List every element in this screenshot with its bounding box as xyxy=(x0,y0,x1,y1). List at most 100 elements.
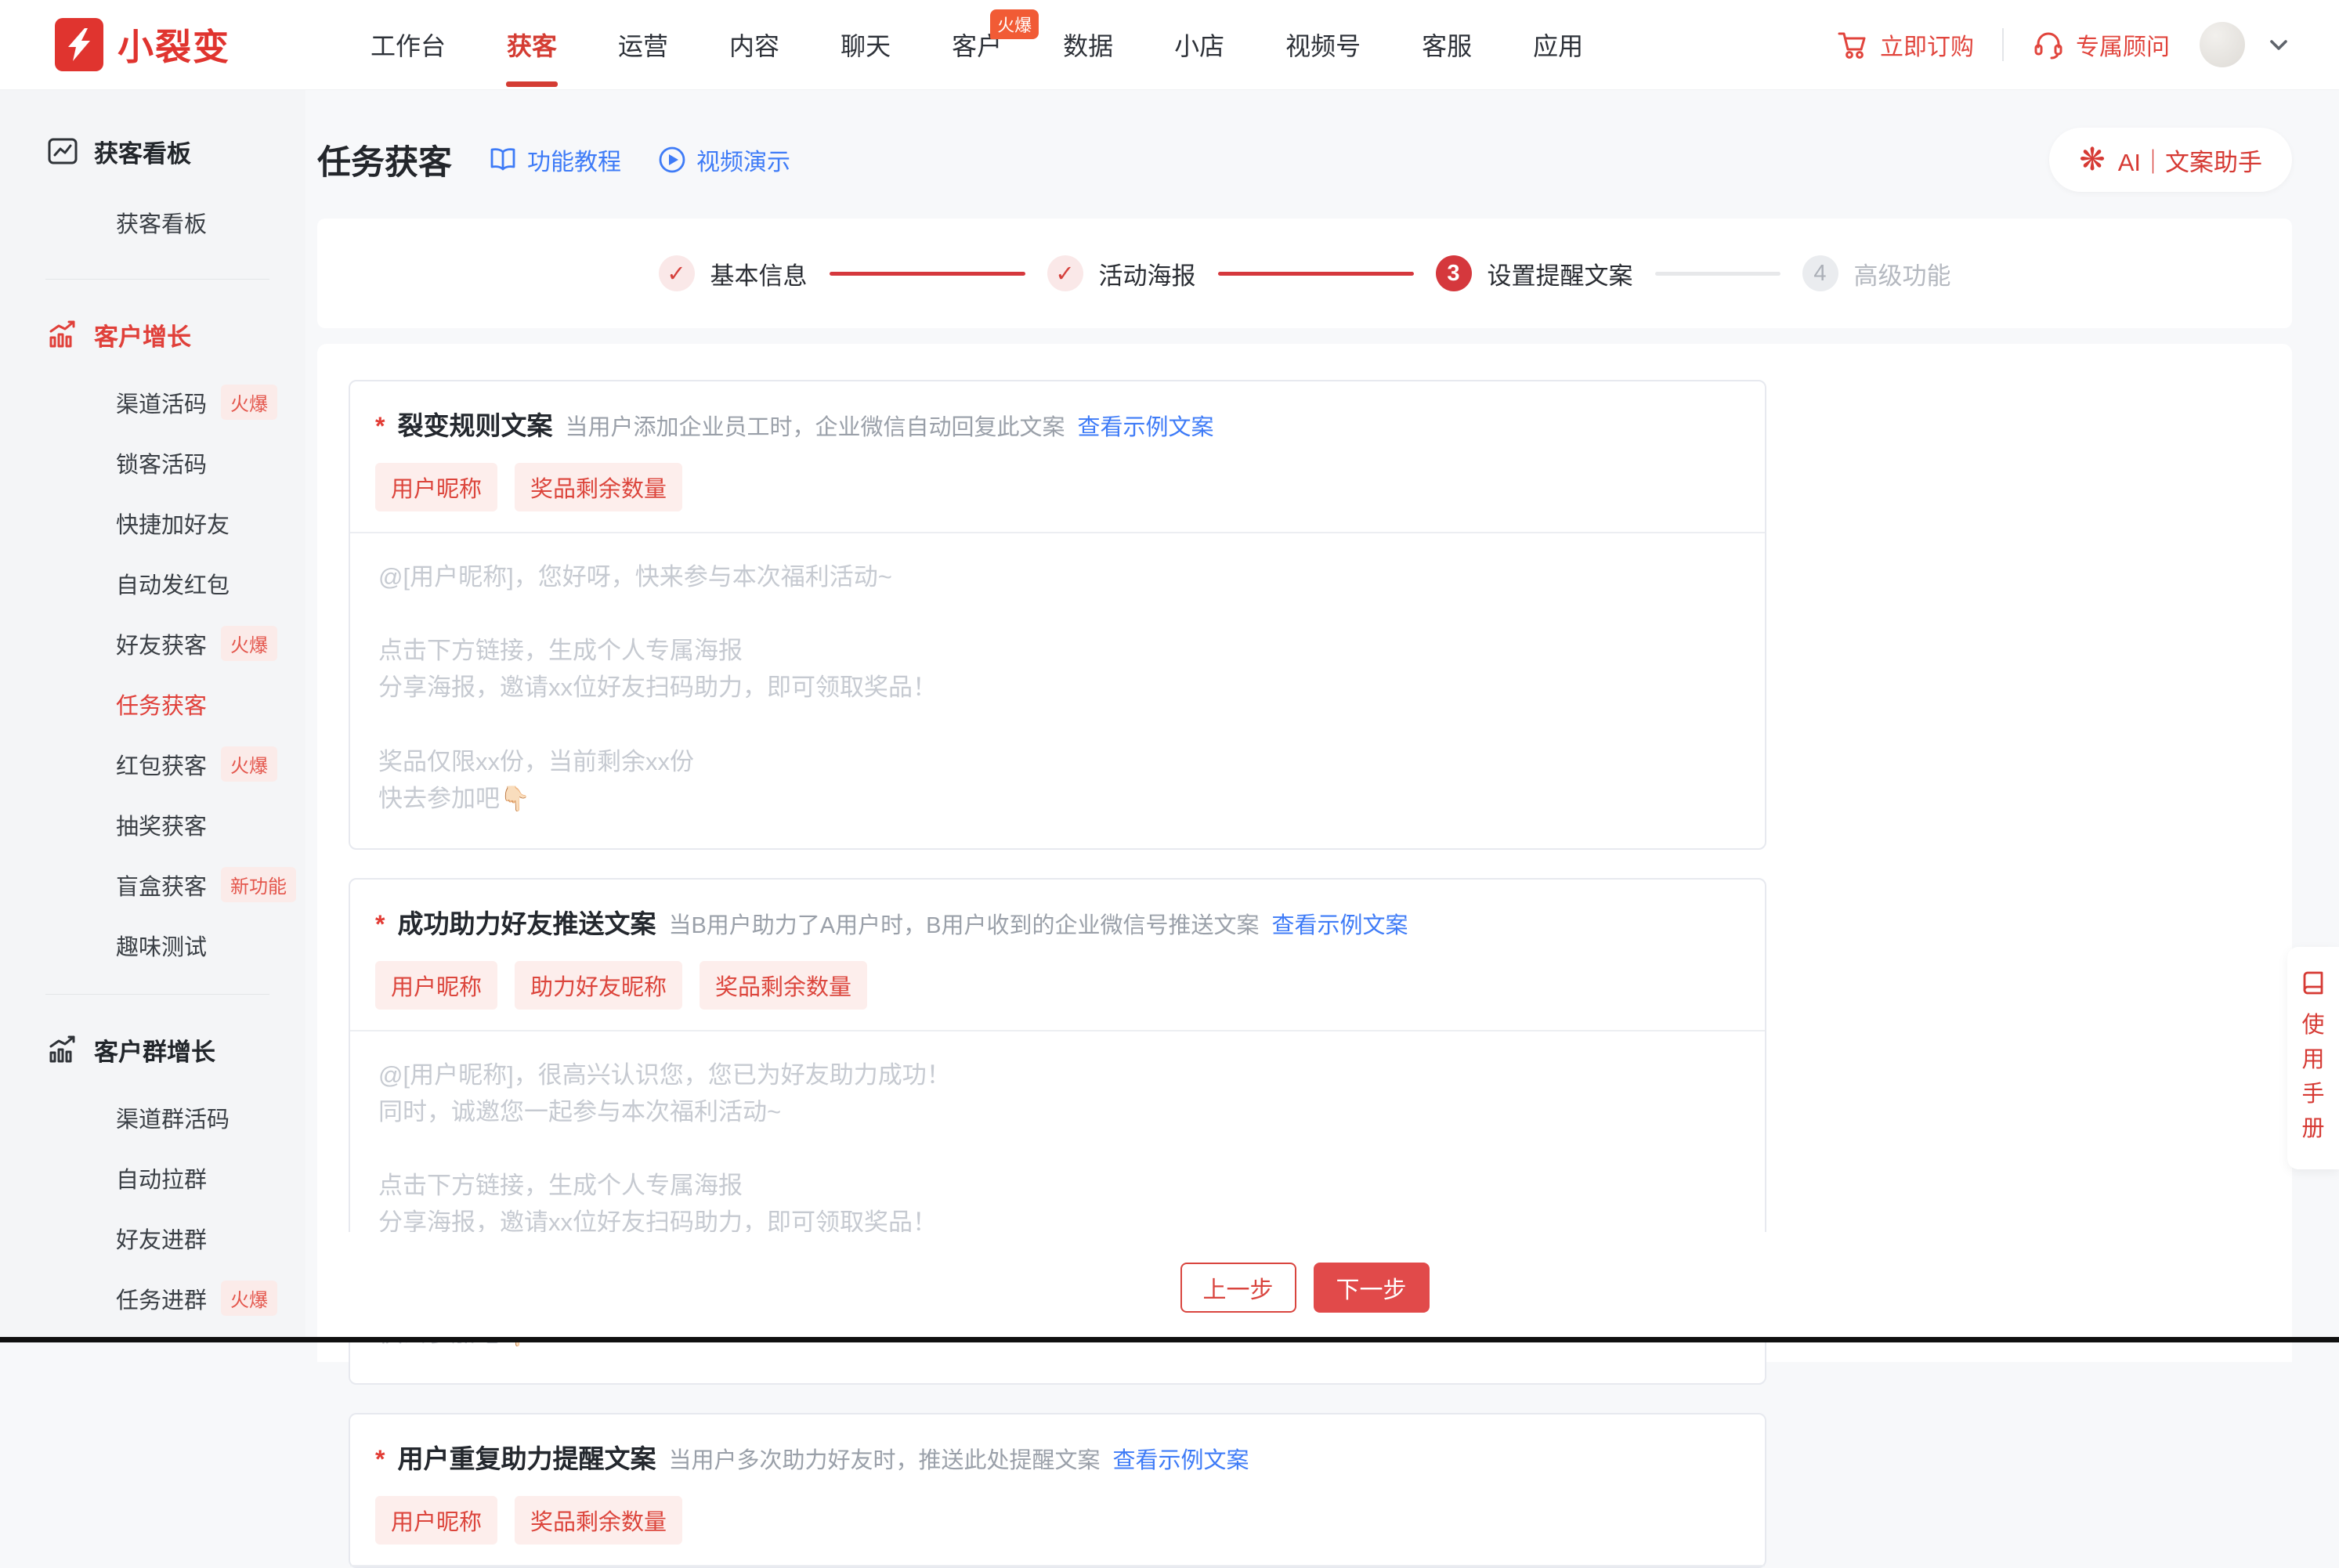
sidebar-item-channel-code[interactable]: 渠道活码火爆 xyxy=(116,372,305,432)
insert-tag-user-nickname[interactable]: 用户昵称 xyxy=(375,463,497,511)
insert-tag-prize-remaining[interactable]: 奖品剩余数量 xyxy=(700,961,867,1010)
book-icon xyxy=(488,146,518,173)
sidebar-item-task-join-group[interactable]: 任务进群火爆 xyxy=(116,1268,305,1328)
step-connector xyxy=(1655,272,1780,276)
reminder-copy-form: * 裂变规则文案 当用户添加企业员工时，企业微信自动回复此文案 查看示例文案 用… xyxy=(317,344,2292,1362)
next-step-button[interactable]: 下一步 xyxy=(1314,1263,1430,1313)
nav-item-customer[interactable]: 客户火爆 xyxy=(921,0,1032,90)
sidebar-item-channel-group-code[interactable]: 渠道群活码 xyxy=(116,1087,305,1147)
sidebar-item-auto-redpacket[interactable]: 自动发红包 xyxy=(116,553,305,613)
hot-badge: 火爆 xyxy=(990,9,1039,39)
view-example-link[interactable]: 查看示例文案 xyxy=(1271,907,1408,940)
section-title: 成功助力好友推送文案 xyxy=(397,903,656,941)
step-connector xyxy=(830,272,1025,276)
copy-textarea[interactable]: @[用户昵称]，您好呀，快来参与本次福利活动~ 点击下方链接，生成个人专属海报 … xyxy=(350,533,1765,848)
step-number: 4 xyxy=(1802,255,1838,291)
sidebar-section-dashboard[interactable]: 获客看板 xyxy=(45,134,305,168)
nav-item-data[interactable]: 数据 xyxy=(1032,0,1144,90)
step-basic-info[interactable]: ✓ 基本信息 xyxy=(659,255,808,291)
sidebar-item-friend-join-group[interactable]: 好友进群 xyxy=(116,1208,305,1268)
nav-item-workbench[interactable]: 工作台 xyxy=(340,0,476,90)
sidebar-item-blindbox-acquisition[interactable]: 盲盒获客新功能 xyxy=(116,854,305,915)
main-content: 任务获客 功能教程 视频演示 ❋ AI｜文案助手 ✓ 基本信息 xyxy=(305,90,2339,1342)
sidebar-section-group-growth[interactable]: 客户群增长 xyxy=(45,1032,305,1067)
ai-flower-icon: ❋ xyxy=(2079,144,2106,175)
section-description: 当用户添加企业员工时，企业微信自动回复此文案 xyxy=(565,409,1065,442)
sidebar: 获客看板 获客看板 客户增长 渠道活码火爆 锁客活码 快捷加好友 自动发红包 好… xyxy=(0,90,305,1342)
sidebar-item-redpacket-acquisition[interactable]: 红包获客火爆 xyxy=(116,734,305,794)
page-header: 任务获客 功能教程 视频演示 ❋ AI｜文案助手 xyxy=(305,90,2339,192)
logo-icon xyxy=(55,18,103,71)
tutorial-link[interactable]: 功能教程 xyxy=(488,143,621,177)
insert-tag-prize-remaining[interactable]: 奖品剩余数量 xyxy=(515,1496,682,1545)
section-description: 当用户多次助力好友时，推送此处提醒文案 xyxy=(668,1442,1100,1475)
nav-item-content[interactable]: 内容 xyxy=(699,0,810,90)
avatar[interactable] xyxy=(2200,22,2245,67)
step-advanced[interactable]: 4 高级功能 xyxy=(1802,255,1951,291)
hot-badge: 火爆 xyxy=(221,1281,277,1316)
section-description: 当B用户助力了A用户时，B用户收到的企业微信号推送文案 xyxy=(668,907,1259,940)
step-reminder-copy[interactable]: 3 设置提醒文案 xyxy=(1436,255,1633,291)
sidebar-item-task-acquisition[interactable]: 任务获客 xyxy=(116,674,305,734)
nav-item-operation[interactable]: 运营 xyxy=(587,0,699,90)
hot-badge: 火爆 xyxy=(221,746,277,782)
manual-tab-label: 使用手册 xyxy=(2301,1008,2326,1146)
page-title: 任务获客 xyxy=(317,135,452,184)
required-asterisk: * xyxy=(375,412,385,441)
nav-item-chat[interactable]: 聊天 xyxy=(810,0,921,90)
logo-text: 小裂变 xyxy=(117,19,230,70)
view-example-link[interactable]: 查看示例文案 xyxy=(1077,409,1213,442)
section-fission-rule-copy: * 裂变规则文案 当用户添加企业员工时，企业微信自动回复此文案 查看示例文案 用… xyxy=(349,380,1766,850)
section-repeat-assist-copy: * 用户重复助力提醒文案 当用户多次助力好友时，推送此处提醒文案 查看示例文案 … xyxy=(349,1413,1766,1568)
insert-tag-assist-friend-nickname[interactable]: 助力好友昵称 xyxy=(515,961,682,1010)
sidebar-item-lottery-acquisition[interactable]: 抽奖获客 xyxy=(116,794,305,854)
top-bar: 小裂变 工作台 获客 运营 内容 聊天 客户火爆 数据 小店 视频号 客服 应用… xyxy=(0,0,2339,90)
dashboard-chart-icon xyxy=(45,134,80,168)
previous-step-button[interactable]: 上一步 xyxy=(1180,1263,1296,1313)
nav-item-video[interactable]: 视频号 xyxy=(1255,0,1391,90)
sidebar-item-lock-code[interactable]: 锁客活码 xyxy=(116,432,305,493)
step-poster[interactable]: ✓ 活动海报 xyxy=(1047,255,1196,291)
ai-copy-assistant-button[interactable]: ❋ AI｜文案助手 xyxy=(2049,128,2292,192)
nav-item-shop[interactable]: 小店 xyxy=(1144,0,1255,90)
headset-icon xyxy=(2032,28,2065,61)
group-growth-chart-icon xyxy=(45,1032,80,1067)
chevron-down-icon[interactable] xyxy=(2265,35,2292,54)
hot-badge: 火爆 xyxy=(221,626,277,661)
user-manual-tab[interactable]: 使用手册 xyxy=(2287,947,2339,1169)
section-title: 裂变规则文案 xyxy=(397,405,552,443)
play-icon xyxy=(657,145,687,175)
textarea-placeholder: @[用户昵称]，您好呀，快来参与本次福利活动~ 点击下方链接，生成个人专属海报 … xyxy=(378,558,1737,817)
growth-chart-icon xyxy=(45,317,80,352)
divider xyxy=(2002,28,2004,61)
bottom-edge-strip xyxy=(0,1337,2339,1342)
step-check-icon: ✓ xyxy=(659,255,695,291)
insert-tag-prize-remaining[interactable]: 奖品剩余数量 xyxy=(515,463,682,511)
nav-item-apps[interactable]: 应用 xyxy=(1502,0,1614,90)
step-connector xyxy=(1218,272,1414,276)
sidebar-divider xyxy=(45,279,269,280)
nav-item-acquisition[interactable]: 获客 xyxy=(476,0,587,90)
sidebar-item-fun-test[interactable]: 趣味测试 xyxy=(116,915,305,975)
required-asterisk: * xyxy=(375,910,385,939)
insert-tag-user-nickname[interactable]: 用户昵称 xyxy=(375,961,497,1010)
sidebar-item-acquisition-dashboard[interactable]: 获客看板 xyxy=(116,192,305,252)
sidebar-item-auto-group[interactable]: 自动拉群 xyxy=(116,1147,305,1208)
advisor-button[interactable]: 专属顾问 xyxy=(2032,27,2170,62)
sidebar-item-quick-add-friend[interactable]: 快捷加好友 xyxy=(116,493,305,553)
video-demo-link[interactable]: 视频演示 xyxy=(657,143,790,177)
order-now-button[interactable]: 立即订购 xyxy=(1836,27,1974,62)
sidebar-section-customer-growth[interactable]: 客户增长 xyxy=(45,317,305,352)
app-logo[interactable]: 小裂变 xyxy=(55,18,230,71)
new-feature-badge: 新功能 xyxy=(221,867,296,902)
nav-item-service[interactable]: 客服 xyxy=(1391,0,1502,90)
insert-tag-user-nickname[interactable]: 用户昵称 xyxy=(375,1496,497,1545)
main-nav: 工作台 获客 运营 内容 聊天 客户火爆 数据 小店 视频号 客服 应用 xyxy=(340,0,1614,90)
view-example-link[interactable]: 查看示例文案 xyxy=(1112,1442,1249,1475)
manual-book-icon xyxy=(2298,967,2328,997)
topbar-right: 立即订购 专属顾问 xyxy=(1836,22,2292,67)
step-check-icon: ✓ xyxy=(1047,255,1083,291)
sidebar-item-friend-acquisition[interactable]: 好友获客火爆 xyxy=(116,613,305,674)
sidebar-divider xyxy=(45,994,269,995)
step-indicator: ✓ 基本信息 ✓ 活动海报 3 设置提醒文案 4 高级功能 xyxy=(317,219,2292,328)
